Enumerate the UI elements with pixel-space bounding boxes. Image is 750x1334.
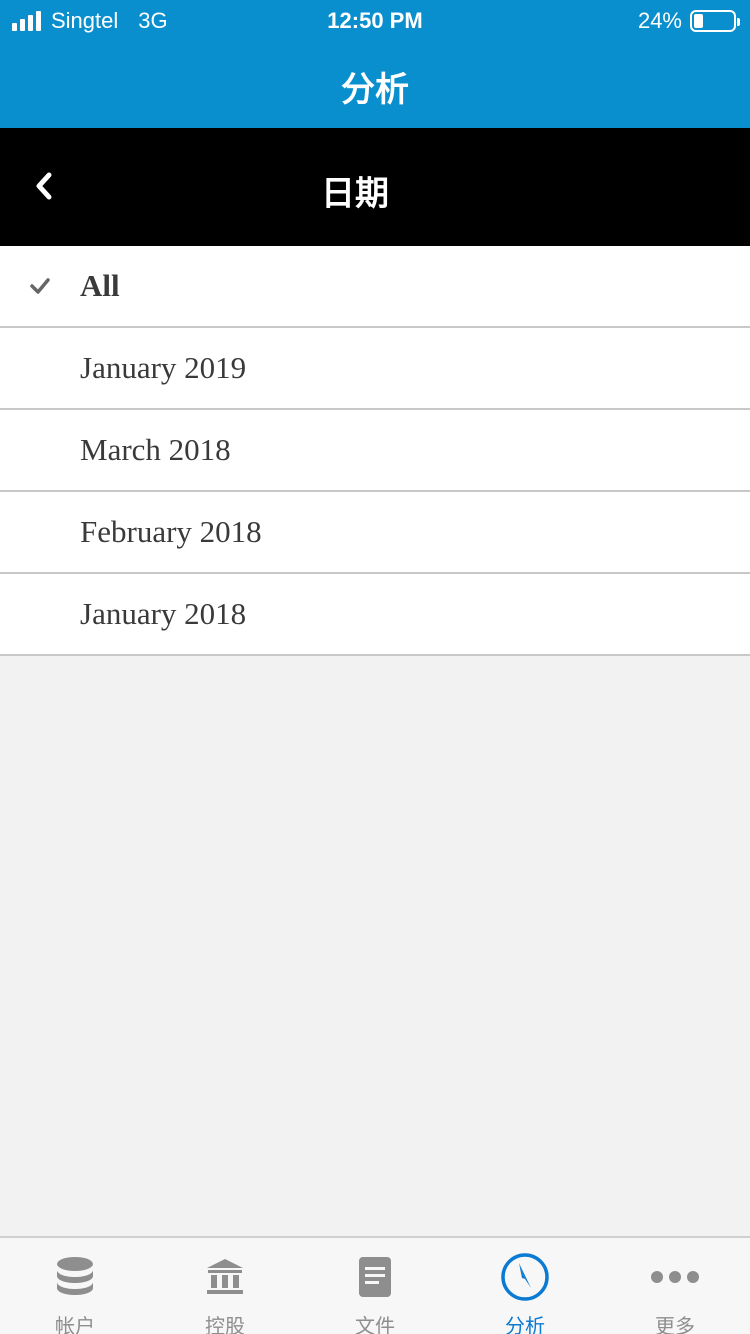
list-item[interactable]: February 2018 xyxy=(0,492,750,574)
document-icon xyxy=(350,1252,400,1302)
page-title: 分析 xyxy=(341,70,409,110)
tab-label: 控股 xyxy=(205,1314,245,1334)
more-icon xyxy=(650,1252,700,1302)
list-item-label: January 2018 xyxy=(80,596,247,631)
database-icon xyxy=(50,1252,100,1302)
list-item[interactable]: March 2018 xyxy=(0,410,750,492)
list-item-label: March 2018 xyxy=(80,432,231,467)
tab-bar: 帐户 控股 文件 分析 更多 xyxy=(0,1236,750,1334)
tab-label: 帐户 xyxy=(55,1314,95,1334)
tab-documents[interactable]: 文件 xyxy=(300,1238,450,1334)
checkmark-icon xyxy=(30,278,50,294)
tab-label: 更多 xyxy=(655,1314,695,1334)
status-bar: Singtel 3G 12:50 PM 24% xyxy=(0,0,750,42)
subheader-title: 日期 xyxy=(321,174,389,214)
tab-analysis[interactable]: 分析 xyxy=(450,1238,600,1334)
top-bar: Singtel 3G 12:50 PM 24% 分析 xyxy=(0,0,750,128)
status-right: 24% xyxy=(637,8,740,34)
screen: Singtel 3G 12:50 PM 24% 分析 日期 All Januar… xyxy=(0,0,750,1334)
battery-icon xyxy=(690,10,740,32)
list-item[interactable]: January 2019 xyxy=(0,328,750,410)
tab-accounts[interactable]: 帐户 xyxy=(0,1238,150,1334)
battery-percent: 24% xyxy=(637,8,682,33)
tab-holdings[interactable]: 控股 xyxy=(150,1238,300,1334)
tab-label: 分析 xyxy=(505,1314,545,1334)
bank-icon xyxy=(200,1252,250,1302)
list-item-label: January 2019 xyxy=(80,350,247,385)
list-item[interactable]: All xyxy=(0,246,750,328)
compass-icon xyxy=(500,1252,550,1302)
list-item-label: February 2018 xyxy=(80,514,262,549)
list-item-label: All xyxy=(80,268,120,303)
list-item[interactable]: January 2018 xyxy=(0,574,750,656)
tab-more[interactable]: 更多 xyxy=(600,1238,750,1334)
date-filter-list: All January 2019 March 2018 February 201… xyxy=(0,246,750,656)
tab-label: 文件 xyxy=(355,1314,395,1334)
subheader: 日期 xyxy=(0,128,750,246)
